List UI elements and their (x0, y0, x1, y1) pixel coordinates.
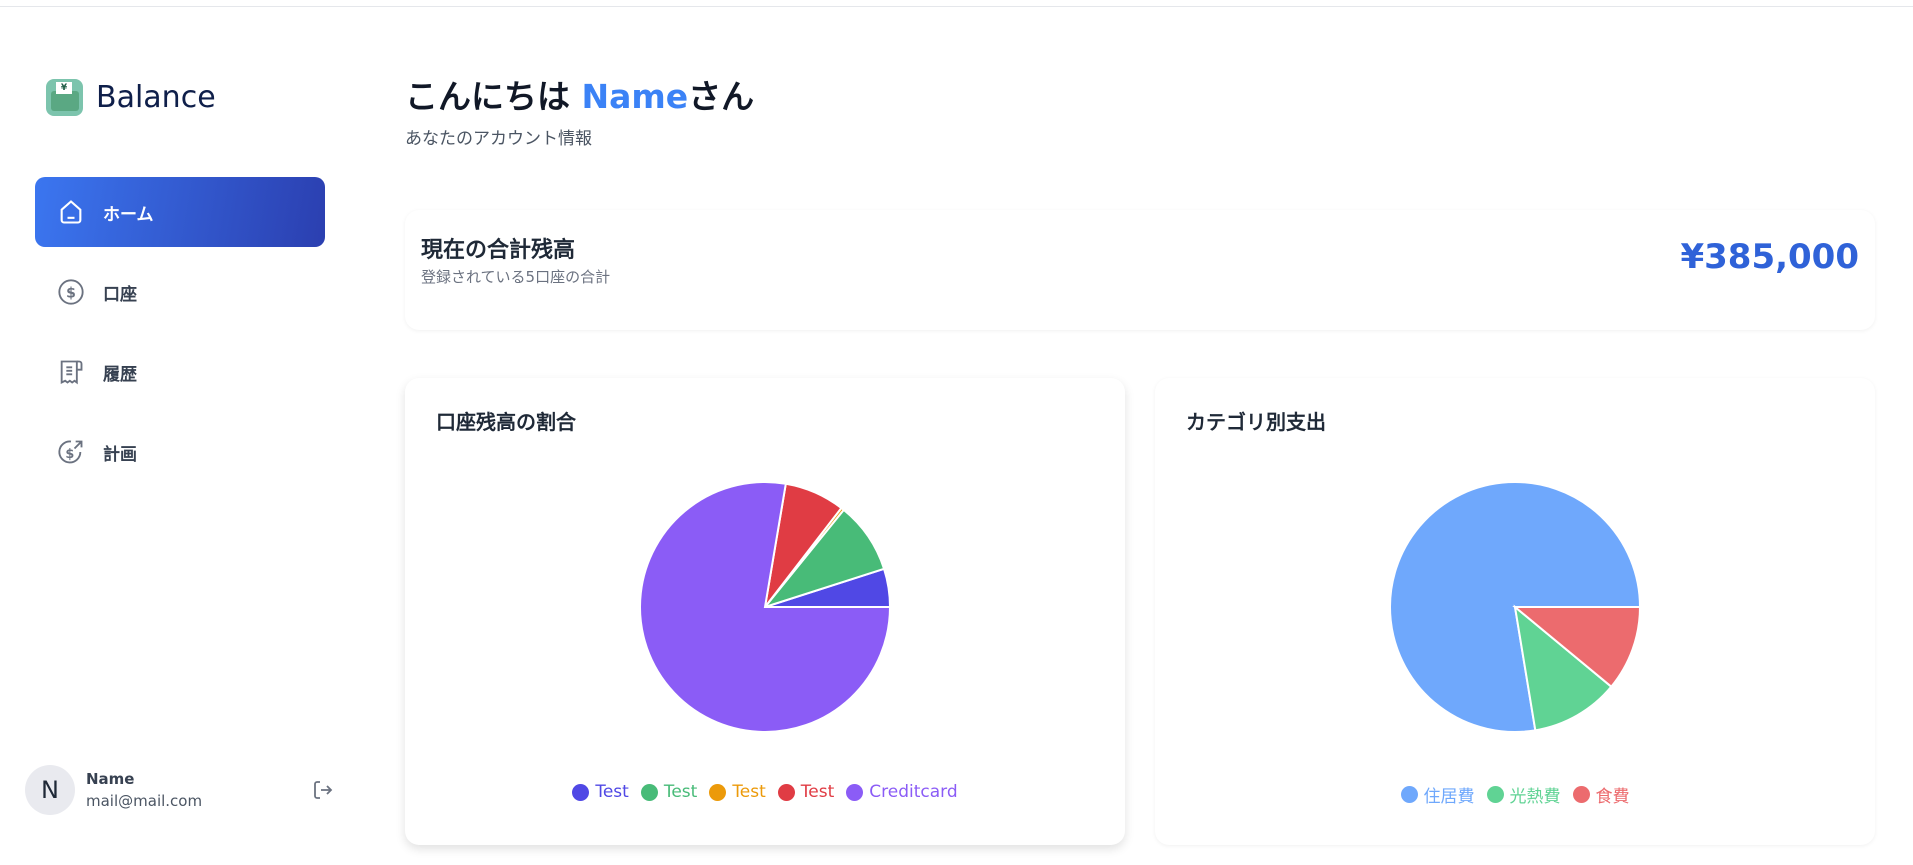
legend-swatch (572, 783, 590, 801)
sidebar-item-history[interactable]: 履歴 (35, 337, 325, 407)
legend-label: 食費 (1595, 787, 1630, 807)
legend-swatch (1486, 786, 1504, 803)
legend-item[interactable]: 光熱費 (1486, 782, 1561, 807)
home-icon (60, 200, 82, 224)
legend-swatch (777, 783, 795, 801)
legend-swatch (1572, 786, 1590, 803)
svg-text:$: $ (66, 285, 76, 301)
total-balance-card: 現在の合計残高 登録されている5口座の合計 ¥385,000 (405, 210, 1875, 330)
sidebar-item-home[interactable]: ホーム (35, 177, 325, 247)
pie-chart (1389, 481, 1642, 733)
sidebar-item-label: ホーム (103, 204, 154, 225)
chart-legend: 住居費 光熱費 食費 (1155, 782, 1875, 807)
legend-item[interactable]: Test (572, 782, 629, 802)
total-balance-subtitle: 登録されている5口座の合計 (421, 268, 611, 286)
legend-item[interactable]: Test (709, 782, 766, 802)
legend-label: 住居費 (1423, 787, 1475, 807)
sidebar-item-label: 履歴 (103, 364, 137, 385)
app-name: Balance (96, 80, 216, 115)
chart-title: 口座残高の割合 (436, 410, 576, 434)
total-balance-amount: ¥385,000 (1680, 237, 1859, 277)
top-divider (0, 6, 1913, 7)
user-name: Name (86, 770, 135, 788)
user-name-highlight: Name (581, 77, 689, 116)
user-profile: N Name mail@mail.com (25, 765, 335, 815)
chart-legend: Test Test Test Test Creditcard (405, 782, 1125, 802)
user-email: mail@mail.com (86, 792, 203, 810)
legend-label: Creditcard (869, 782, 958, 802)
legend-label: Test (595, 782, 629, 802)
legend-label: Test (800, 782, 835, 802)
legend-item[interactable]: 食費 (1572, 782, 1630, 807)
category-spending-chart-card: カテゴリ別支出 住居費 光熱費 食費 (1155, 378, 1875, 845)
wallet-yen-icon: ¥ (46, 79, 83, 116)
svg-text:$: $ (65, 447, 74, 462)
greeting-suffix: さん (688, 77, 755, 116)
legend-swatch (709, 783, 727, 801)
dollar-growth-icon: $ (58, 440, 83, 464)
legend-item[interactable]: Test (640, 782, 698, 802)
sidebar-item-label: 計画 (103, 444, 137, 465)
total-balance-title: 現在の合計残高 (421, 238, 576, 263)
logout-icon[interactable] (311, 778, 335, 802)
dollar-circle-icon: $ (58, 279, 84, 305)
legend-item[interactable]: Creditcard (846, 782, 958, 802)
page-subtitle: あなたのアカウント情報 (405, 129, 592, 149)
legend-item[interactable]: Test (777, 782, 835, 802)
sidebar-item-plan[interactable]: $ 計画 (35, 417, 325, 487)
page-title: こんにちは Nameさん (405, 70, 754, 118)
legend-label: 光熱費 (1509, 787, 1561, 807)
sidebar-item-label: 口座 (103, 284, 137, 305)
chart-title: カテゴリ別支出 (1186, 410, 1326, 434)
greeting-text: こんにちは (405, 77, 582, 116)
sidebar-nav: ホーム $ 口座 履歴 $ 計画 (35, 177, 325, 497)
account-balance-chart-card: 口座残高の割合 Test Test Test Test Creditcard (405, 378, 1125, 845)
sidebar-item-accounts[interactable]: $ 口座 (35, 257, 325, 327)
legend-swatch (846, 783, 864, 801)
legend-swatch (1400, 786, 1418, 803)
legend-label: Test (732, 782, 766, 802)
avatar: N (25, 765, 75, 815)
app-logo[interactable]: ¥ Balance (46, 79, 216, 116)
legend-item[interactable]: 住居費 (1400, 782, 1475, 807)
legend-swatch (640, 783, 658, 801)
legend-label: Test (663, 782, 698, 802)
receipt-icon (60, 360, 83, 385)
pie-chart (639, 481, 892, 733)
